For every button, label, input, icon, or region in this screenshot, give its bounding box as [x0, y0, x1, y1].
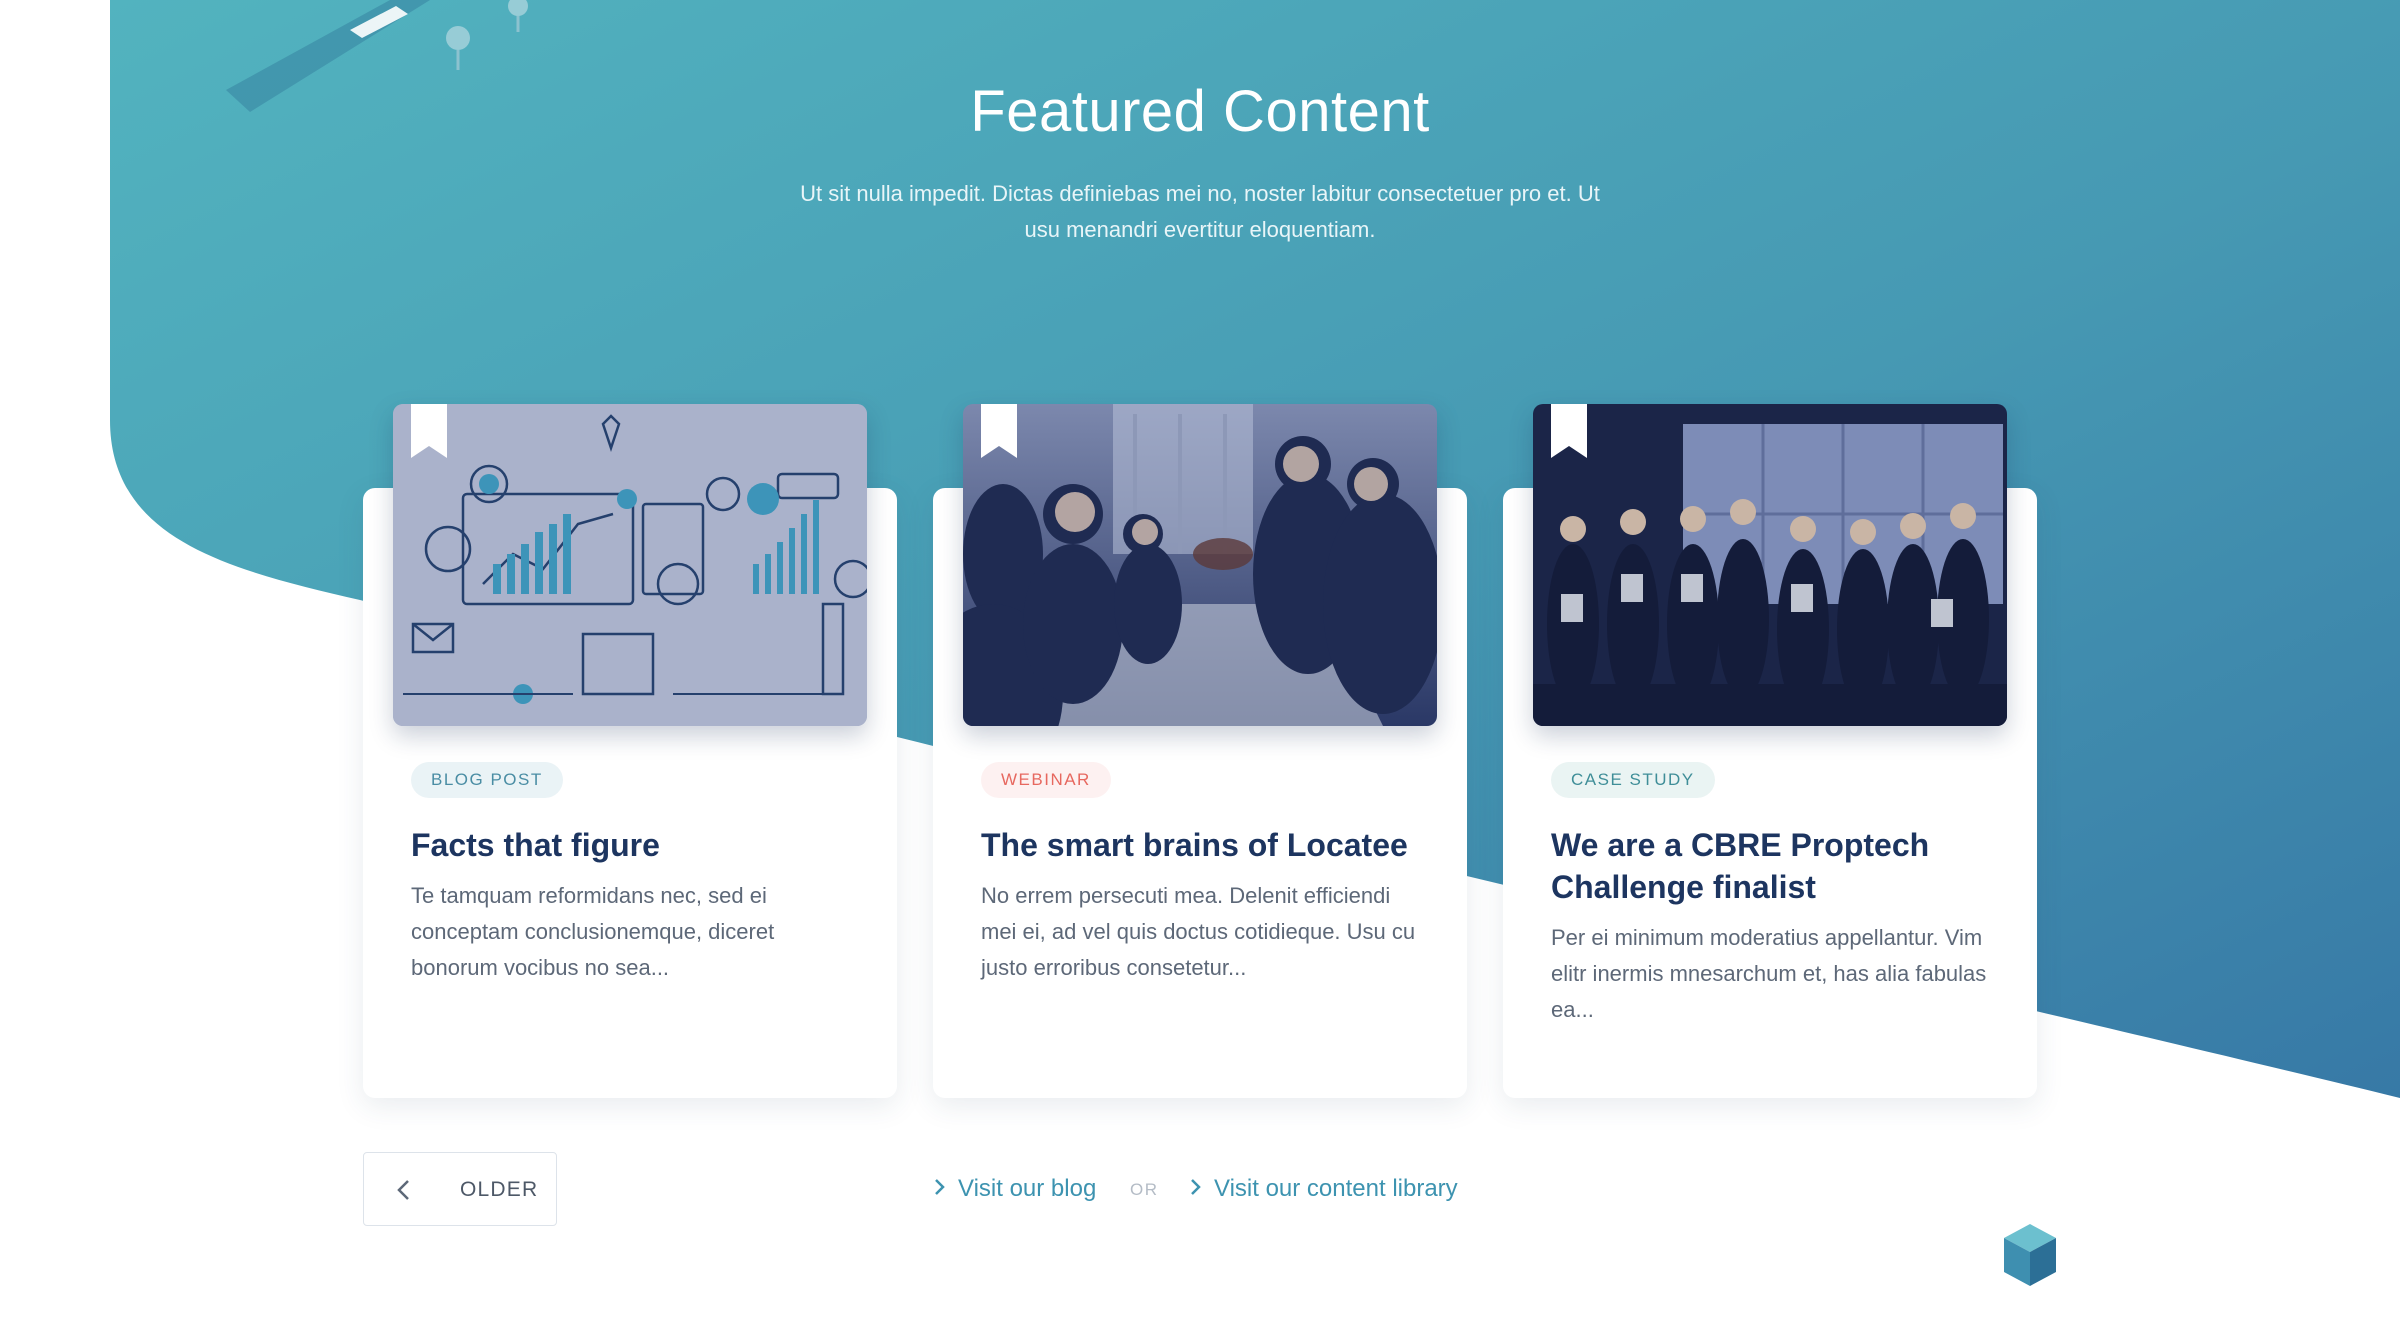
card-excerpt: Per ei minimum moderatius appellantur. V… [1551, 925, 1987, 1022]
visit-blog-label: Visit our blog [958, 1175, 1097, 1202]
bookmark-ribbon-icon [411, 404, 447, 458]
featured-content-section: Featured Content Ut sit nulla impedit. D… [0, 0, 2400, 1328]
older-label: OLDER [460, 1178, 539, 1201]
bookmark-ribbon-icon [1551, 404, 1587, 458]
bookmark-ribbon-icon [981, 404, 1017, 458]
visit-content-library-link[interactable]: Visit our content library [1188, 1172, 1458, 1206]
content-card[interactable]: CASE STUDY We are a CBRE Proptech Challe… [1503, 404, 2037, 1098]
award-group-photo [1533, 404, 2007, 726]
chevron-right-icon [935, 1179, 945, 1195]
visit-content-library-label: Visit our content library [1214, 1175, 1458, 1202]
content-card[interactable]: BLOG POST Facts that figure Te tamquam r… [363, 404, 897, 1098]
card-title[interactable]: The smart brains of Locatee [981, 824, 1421, 866]
card-category-tag: BLOG POST [411, 762, 563, 798]
card-title[interactable]: Facts that figure [411, 824, 851, 866]
card-excerpt: No errem persecuti mea. Delenit efficien… [981, 883, 1416, 980]
card-image-award-group[interactable] [1533, 404, 2007, 726]
team-meeting-photo [963, 404, 1437, 726]
or-separator: OR [1130, 1180, 1159, 1199]
section-title: Featured Content [970, 79, 1430, 144]
card-category-tag: CASE STUDY [1551, 762, 1715, 798]
chevron-right-icon [1191, 1179, 1201, 1195]
card-title[interactable]: We are a CBRE Proptech Challenge finalis… [1551, 824, 1991, 908]
card-image-business-illustration[interactable] [393, 404, 867, 726]
card-category-tag: WEBINAR [981, 762, 1111, 798]
business-icons-illustration [393, 404, 867, 726]
visit-blog-link[interactable]: Visit our blog [932, 1172, 1096, 1206]
section-subtitle: Ut sit nulla impedit. Dictas definiebas … [800, 181, 1600, 242]
card-image-team-meeting[interactable] [963, 404, 1437, 726]
content-card[interactable]: WEBINAR The smart brains of Locatee No e… [933, 404, 1467, 1098]
isometric-cube-decoration [2004, 1224, 2056, 1286]
card-excerpt: Te tamquam reformidans nec, sed ei conce… [411, 883, 775, 980]
chevron-left-icon [397, 1180, 409, 1200]
older-button[interactable]: OLDER [363, 1152, 557, 1226]
